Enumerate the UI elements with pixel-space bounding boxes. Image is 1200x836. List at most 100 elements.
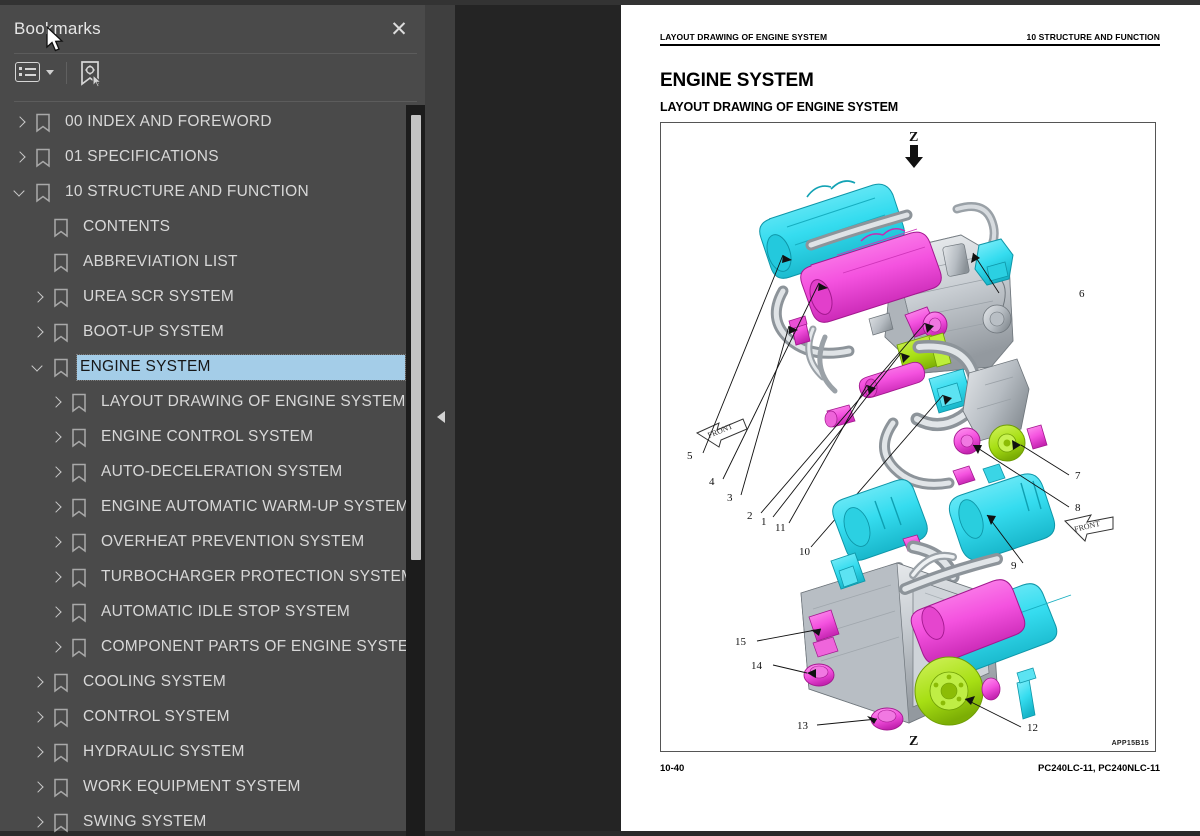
bookmark-label-wrap: AUTO-DECELERATION SYSTEM [89,460,348,485]
chevron-right-icon[interactable] [30,815,46,831]
chevron-right-icon[interactable] [48,570,64,586]
bookmark-item[interactable]: COOLING SYSTEM [0,665,425,700]
bookmark-label: BOOT-UP SYSTEM [83,323,225,340]
bookmark-label: ENGINE SYSTEM [80,358,211,375]
bookmark-item[interactable]: CONTENTS [0,210,425,245]
chevron-right-icon[interactable] [12,150,28,166]
chevron-down-icon [46,69,54,75]
toolbar-divider [66,62,67,84]
bookmark-label-wrap: 00 INDEX AND FOREWORD [53,110,278,135]
bookmark-label: 01 SPECIFICATIONS [65,148,219,165]
chevron-right-icon[interactable] [48,500,64,516]
bookmark-item[interactable]: UREA SCR SYSTEM [0,280,425,315]
callout-12: 12 [1027,722,1038,734]
chevron-down-icon[interactable] [12,185,28,201]
chevron-right-icon[interactable] [12,115,28,131]
new-bookmark-glyph [81,61,103,88]
bookmark-item[interactable]: TURBOCHARGER PROTECTION SYSTEM [0,560,425,595]
bookmark-label: HYDRAULIC SYSTEM [83,743,245,760]
chevron-right-icon[interactable] [48,430,64,446]
front-arrow-bottom: FRONT [1064,514,1114,542]
callout-4: 4 [709,476,715,488]
panel-title: Bookmarks [14,19,101,38]
bookmark-label-wrap: OVERHEAT PREVENTION SYSTEM [89,530,370,555]
bookmark-label: AUTO-DECELERATION SYSTEM [101,463,343,480]
bookmark-item[interactable]: 01 SPECIFICATIONS [0,140,425,175]
list-options-icon[interactable] [15,62,54,82]
front-arrow-top: FRONT [695,418,748,448]
bookmark-item[interactable]: ABBREVIATION LIST [0,245,425,280]
chevron-right-icon[interactable] [30,675,46,691]
bookmark-item[interactable]: COMPONENT PARTS OF ENGINE SYSTEM [0,630,425,665]
bookmark-label: 10 STRUCTURE AND FUNCTION [65,183,309,200]
chevron-right-icon[interactable] [48,640,64,656]
callout-5: 5 [687,450,693,462]
bookmark-item[interactable]: 10 STRUCTURE AND FUNCTION [0,175,425,210]
bookmark-item[interactable]: AUTO-DECELERATION SYSTEM [0,455,425,490]
bookmark-icon [53,673,71,693]
bookmarks-toolbar [0,54,425,100]
new-bookmark-icon[interactable] [78,60,104,88]
chevron-right-icon[interactable] [30,325,46,341]
bookmark-item[interactable]: LAYOUT DRAWING OF ENGINE SYSTEM [0,385,425,420]
chevron-right-icon[interactable] [48,395,64,411]
bookmark-item[interactable]: ENGINE SYSTEM [0,350,425,385]
bookmark-icon [71,393,89,413]
collapse-panel-handle[interactable] [435,409,449,425]
chevron-right-icon[interactable] [30,745,46,761]
bookmark-label: AUTOMATIC IDLE STOP SYSTEM [101,603,351,620]
bookmark-icon [53,813,71,833]
bookmark-item[interactable]: 00 INDEX AND FOREWORD [0,105,425,140]
bookmark-label: 00 INDEX AND FOREWORD [65,113,272,130]
viewer-backdrop [455,5,621,831]
bookmark-item[interactable]: AUTOMATIC IDLE STOP SYSTEM [0,595,425,630]
bookmark-label-wrap: ENGINE AUTOMATIC WARM-UP SYSTEM [89,495,415,520]
bookmark-label-wrap: BOOT-UP SYSTEM [71,320,230,345]
bookmark-item[interactable]: ENGINE AUTOMATIC WARM-UP SYSTEM [0,490,425,525]
running-head: LAYOUT DRAWING OF ENGINE SYSTEM 10 STRUC… [660,32,1160,42]
bookmark-item[interactable]: CONTROL SYSTEM [0,700,425,735]
bookmark-item[interactable]: OVERHEAT PREVENTION SYSTEM [0,525,425,560]
page-title: ENGINE SYSTEM [660,70,814,91]
twisty-spacer [30,220,46,236]
callout-10: 10 [799,546,811,558]
bookmark-item[interactable]: BOOT-UP SYSTEM [0,315,425,350]
running-head-rule [660,44,1160,46]
bookmark-label-wrap: TURBOCHARGER PROTECTION SYSTEM [89,565,420,590]
bookmark-item[interactable]: SWING SYSTEM [0,805,425,836]
bookmark-label-wrap: COMPONENT PARTS OF ENGINE SYSTEM [89,635,425,660]
bookmark-label-wrap: UREA SCR SYSTEM [71,285,240,310]
chevron-right-icon[interactable] [48,605,64,621]
bookmark-label: WORK EQUIPMENT SYSTEM [83,778,301,795]
bookmarks-scrollbar-thumb[interactable] [411,115,421,560]
bookmark-label-wrap: CONTROL SYSTEM [71,705,236,730]
chevron-right-icon[interactable] [30,290,46,306]
bookmarks-scrollbar-track[interactable] [406,105,425,836]
chevron-right-icon[interactable] [30,710,46,726]
bookmarks-tree: 00 INDEX AND FOREWORD 01 SPECIFICATIONS 10… [0,105,425,836]
bookmark-label: CONTROL SYSTEM [83,708,230,725]
close-icon[interactable]: ✕ [387,18,411,42]
chevron-right-icon[interactable] [48,465,64,481]
callout-6: 6 [1079,288,1085,300]
bookmark-label: SWING SYSTEM [83,813,207,830]
bookmark-label-wrap: LAYOUT DRAWING OF ENGINE SYSTEM [89,390,412,415]
engine-layout-drawing: Z FRONT 5 4 3 2 1 11 10 6 7 8 9 FRONT 15… [687,130,1114,749]
chevron-down-icon[interactable] [30,360,46,376]
callout-1: 1 [761,516,767,528]
part-14-magenta-mount [803,663,835,687]
chevron-right-icon[interactable] [30,780,46,796]
callout-8: 8 [1075,502,1081,514]
figure-code: APP15B15 [1111,740,1149,747]
callout-13: 13 [797,720,809,732]
bookmark-item[interactable]: HYDRAULIC SYSTEM [0,735,425,770]
bookmark-label: TURBOCHARGER PROTECTION SYSTEM [101,568,415,585]
pdf-viewer-window: Bookmarks ✕ 00 INDEX AND FOREWORD 01 SPE… [0,0,1200,836]
bookmark-icon [53,218,71,238]
bookmark-item[interactable]: WORK EQUIPMENT SYSTEM [0,770,425,805]
bookmark-item[interactable]: ENGINE CONTROL SYSTEM [0,420,425,455]
bookmark-label-wrap: COOLING SYSTEM [71,670,232,695]
bookmark-icon [71,568,89,588]
callout-11: 11 [775,522,786,534]
chevron-right-icon[interactable] [48,535,64,551]
